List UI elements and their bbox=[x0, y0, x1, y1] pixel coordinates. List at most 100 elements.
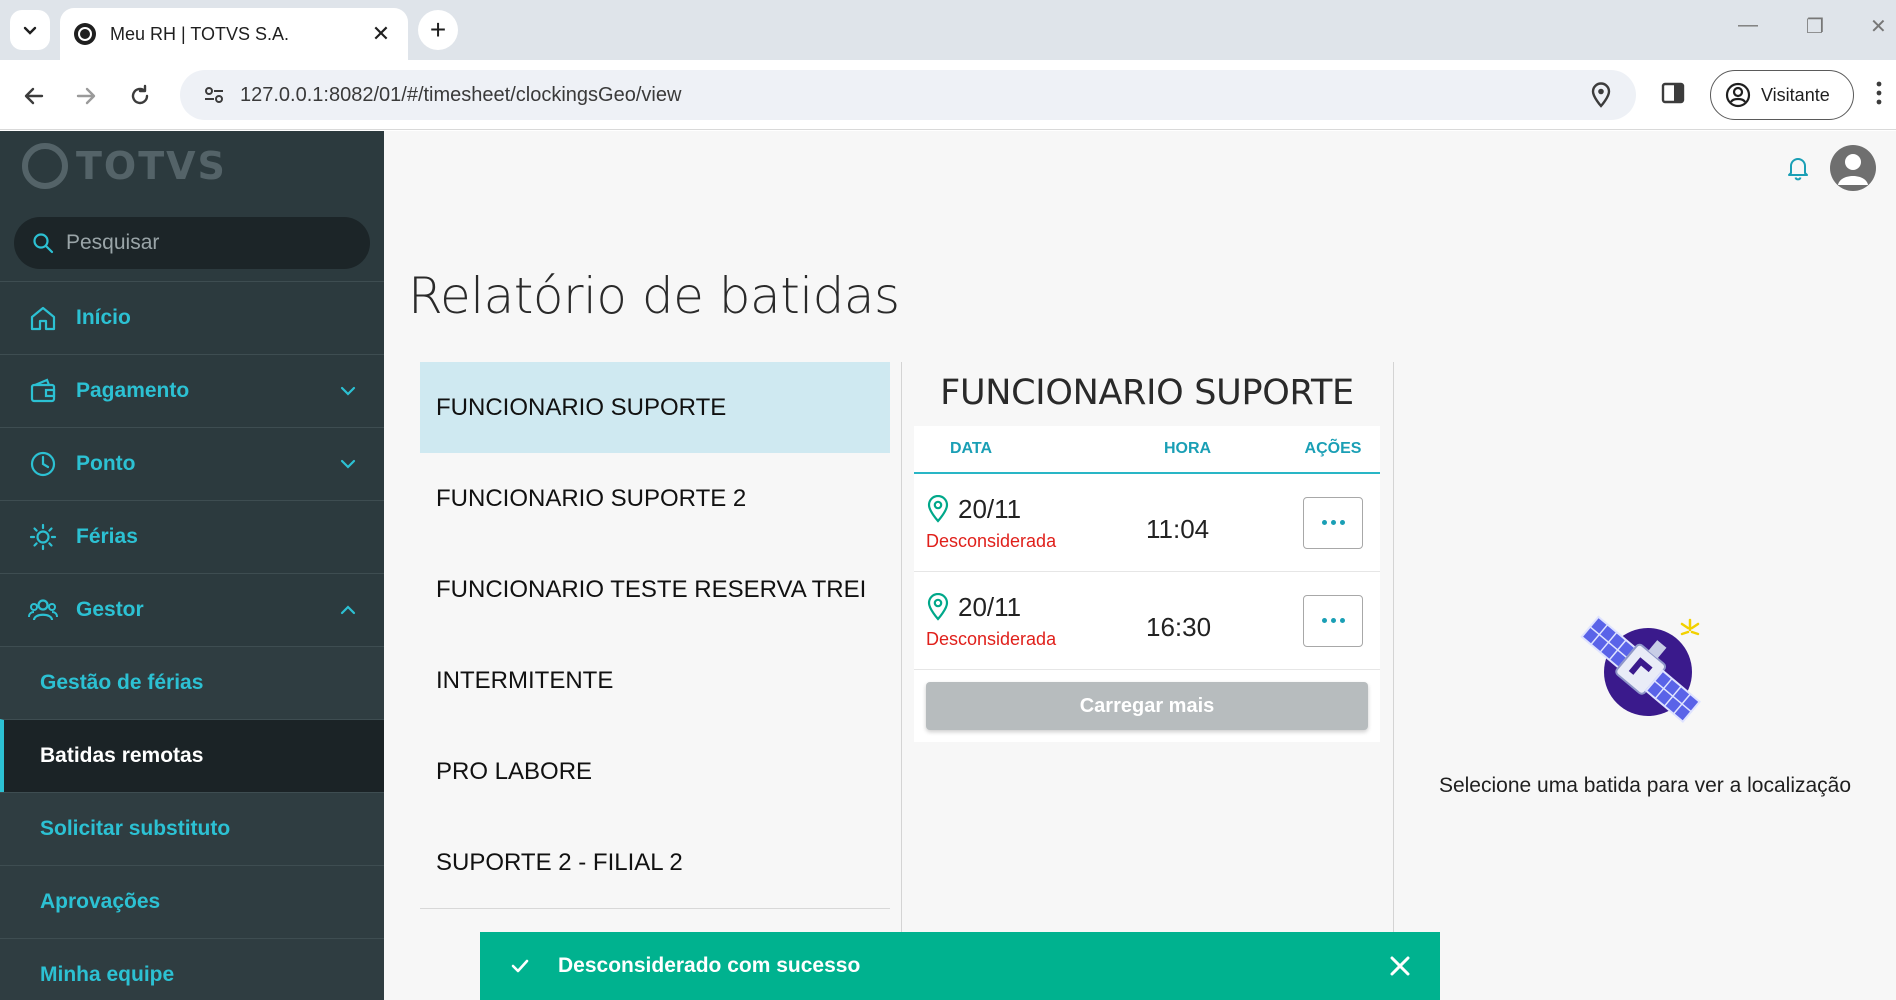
clock-icon bbox=[28, 449, 58, 479]
table-header: DATA HORA AÇÕES bbox=[914, 426, 1380, 474]
account-circle-icon bbox=[1725, 82, 1751, 108]
sidebar-item-label: Pagamento bbox=[76, 379, 190, 402]
location-pin-icon bbox=[927, 593, 949, 621]
status-badge: Desconsiderada bbox=[926, 530, 1057, 551]
list-item[interactable]: FUNCIONARIO SUPORTE 2 bbox=[420, 453, 890, 544]
browser-menu-icon[interactable] bbox=[1876, 80, 1886, 106]
wallet-icon bbox=[28, 376, 58, 406]
clockings-table: DATA HORA AÇÕES 20/11 Desconsiderada 11:… bbox=[914, 426, 1380, 742]
sidebar-search-input[interactable] bbox=[66, 231, 346, 255]
sidebar-subitem-label: Batidas remotas bbox=[40, 744, 204, 767]
clocking-date: 20/11 bbox=[958, 591, 1022, 622]
minimize-icon[interactable]: — bbox=[1738, 14, 1758, 37]
list-item[interactable]: PRO LABORE bbox=[420, 726, 890, 817]
more-dots-icon bbox=[1321, 618, 1327, 623]
clockings-panel: FUNCIONARIO SUPORTE DATA HORA AÇÕES 20/1… bbox=[914, 362, 1380, 742]
clocking-date: 20/11 bbox=[958, 493, 1022, 524]
column-divider bbox=[901, 362, 902, 1000]
search-icon bbox=[33, 233, 54, 254]
browser-tab[interactable]: Meu RH | TOTVS S.A. ✕ bbox=[60, 8, 408, 60]
browser-tab-bar: Meu RH | TOTVS S.A. ✕ + — ❐ ✕ bbox=[0, 0, 1896, 60]
more-actions-button[interactable] bbox=[1303, 594, 1363, 647]
header-actions bbox=[1784, 145, 1876, 191]
url-text[interactable]: 127.0.0.1:8082/01/#/timesheet/clockingsG… bbox=[240, 84, 1586, 107]
back-button[interactable] bbox=[14, 76, 54, 116]
check-icon bbox=[508, 954, 532, 978]
new-tab-button[interactable]: + bbox=[418, 10, 458, 50]
more-actions-button[interactable] bbox=[1303, 496, 1363, 549]
clocking-time: 16:30 bbox=[1146, 612, 1212, 642]
sun-icon bbox=[28, 522, 58, 552]
arrow-left-icon bbox=[24, 87, 44, 105]
success-toast: Desconsiderado com sucesso bbox=[480, 932, 1440, 1000]
forward-button[interactable] bbox=[66, 76, 106, 116]
list-item[interactable]: INTERMITENTE bbox=[420, 635, 890, 726]
employee-name-heading: FUNCIONARIO SUPORTE bbox=[940, 373, 1354, 413]
load-more-button[interactable]: Carregar mais bbox=[926, 682, 1368, 730]
totvs-favicon-icon bbox=[74, 23, 96, 45]
sidebar-item-label: Ponto bbox=[76, 452, 136, 475]
side-panel-icon[interactable] bbox=[1660, 80, 1690, 110]
sidebar-subitem-minha-equipe[interactable]: Minha equipe bbox=[0, 938, 384, 1000]
list-item[interactable]: FUNCIONARIO SUPORTE bbox=[420, 362, 890, 453]
close-icon[interactable] bbox=[1370, 936, 1430, 996]
address-bar[interactable]: 127.0.0.1:8082/01/#/timesheet/clockingsG… bbox=[180, 70, 1636, 120]
close-tab-icon[interactable]: ✕ bbox=[368, 21, 394, 47]
restore-icon[interactable]: ❐ bbox=[1806, 14, 1824, 39]
reload-button[interactable] bbox=[120, 76, 160, 116]
brand-name: TOTVS bbox=[76, 144, 227, 188]
chevron-down-icon bbox=[340, 459, 356, 469]
status-badge: Desconsiderada bbox=[926, 628, 1057, 649]
reload-icon bbox=[131, 84, 149, 105]
load-more-container: Carregar mais bbox=[914, 670, 1380, 742]
sidebar-subitem-gestao-ferias[interactable]: Gestão de férias bbox=[0, 646, 384, 719]
actions-cell bbox=[1286, 594, 1380, 647]
sidebar-subitem-solicitar-substituto[interactable]: Solicitar substituto bbox=[0, 792, 384, 865]
site-settings-icon[interactable] bbox=[200, 81, 228, 109]
totvs-logo-icon bbox=[22, 143, 68, 189]
sidebar-item-label: Gestor bbox=[76, 598, 144, 621]
totvs-logo: TOTVS bbox=[22, 143, 227, 189]
column-header-data[interactable]: DATA bbox=[914, 440, 1140, 458]
list-item[interactable]: SUPORTE 2 - FILIAL 2 bbox=[420, 817, 890, 908]
people-icon bbox=[28, 595, 58, 625]
sidebar-item-gestor[interactable]: Gestor bbox=[0, 573, 384, 646]
bell-icon[interactable] bbox=[1784, 154, 1812, 182]
sidebar-item-label: Início bbox=[76, 306, 131, 329]
table-row[interactable]: 20/11 Desconsiderada 16:30 bbox=[914, 572, 1380, 670]
location-pin-icon bbox=[927, 495, 949, 523]
location-pin-icon[interactable] bbox=[1586, 80, 1616, 110]
avatar[interactable] bbox=[1830, 145, 1876, 191]
sidebar-subitem-label: Solicitar substituto bbox=[40, 817, 231, 840]
chevron-down-icon bbox=[340, 386, 356, 396]
sidebar: TOTVS Início Pagamento Ponto bbox=[0, 131, 384, 1000]
column-header-acoes: AÇÕES bbox=[1304, 440, 1362, 457]
sidebar-search[interactable] bbox=[14, 217, 370, 269]
sidebar-menu: Início Pagamento Ponto Férias Gestor Ges… bbox=[0, 281, 384, 1000]
profile-button[interactable]: Visitante bbox=[1710, 70, 1854, 120]
chevron-down-icon bbox=[23, 26, 37, 35]
map-empty-hint: Selecione uma batida para ver a localiza… bbox=[1438, 774, 1852, 797]
profile-label: Visitante bbox=[1761, 84, 1830, 105]
sidebar-subitem-aprovacoes[interactable]: Aprovações bbox=[0, 865, 384, 938]
toast-message: Desconsiderado com sucesso bbox=[558, 954, 861, 977]
table-row[interactable]: 20/11 Desconsiderada 11:04 bbox=[914, 474, 1380, 572]
sidebar-item-inicio[interactable]: Início bbox=[0, 281, 384, 354]
user-icon bbox=[1838, 154, 1868, 185]
actions-cell bbox=[1286, 496, 1380, 549]
browser-toolbar: 127.0.0.1:8082/01/#/timesheet/clockingsG… bbox=[0, 60, 1896, 130]
date-cell: 20/11 Desconsiderada bbox=[914, 494, 1140, 552]
more-dots-icon bbox=[1321, 520, 1327, 525]
tab-search-button[interactable] bbox=[10, 10, 50, 50]
list-item[interactable]: FUNCIONARIO TESTE RESERVA TREI bbox=[420, 544, 890, 635]
close-window-icon[interactable]: ✕ bbox=[1870, 14, 1887, 39]
column-header-hora[interactable]: HORA bbox=[1140, 440, 1286, 458]
sidebar-subitem-batidas-remotas[interactable]: Batidas remotas bbox=[0, 719, 384, 792]
sidebar-item-pagamento[interactable]: Pagamento bbox=[0, 354, 384, 427]
satellite-icon bbox=[1580, 615, 1701, 724]
sidebar-subitem-label: Minha equipe bbox=[40, 963, 175, 986]
sidebar-item-ferias[interactable]: Férias bbox=[0, 500, 384, 573]
date-cell: 20/11 Desconsiderada bbox=[914, 592, 1140, 650]
sidebar-item-label: Férias bbox=[76, 525, 138, 548]
sidebar-item-ponto[interactable]: Ponto bbox=[0, 427, 384, 500]
